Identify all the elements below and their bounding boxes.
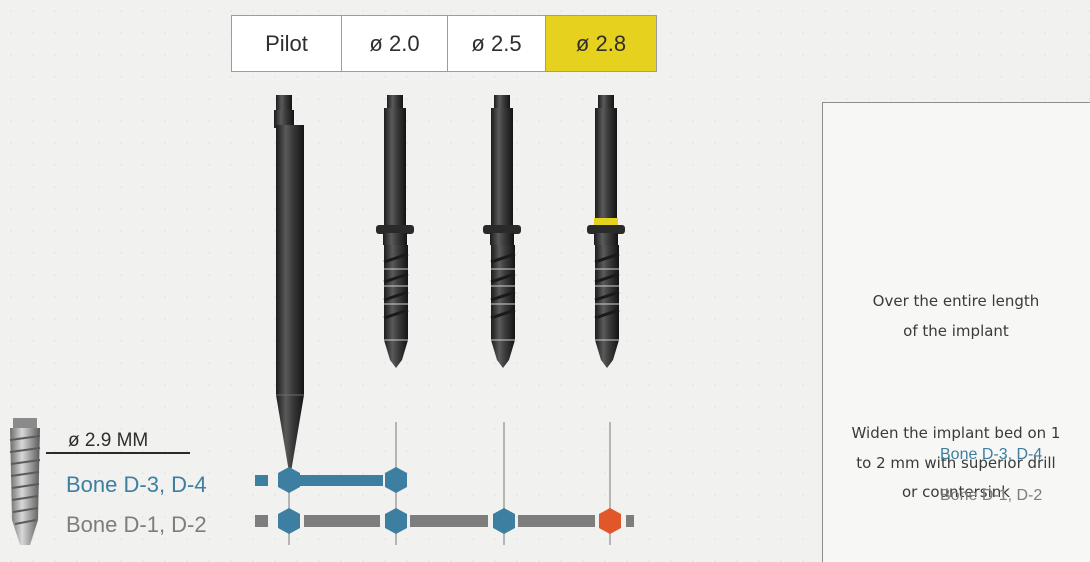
marker-d12-pilot bbox=[278, 508, 300, 534]
implant-diameter-label: ø 2.9 MM bbox=[68, 430, 149, 451]
marker-d12-2-0 bbox=[385, 508, 407, 534]
marker-d12-2-5 bbox=[493, 508, 515, 534]
legend-label-bone-d34: Bone D-3, D-4 bbox=[940, 446, 1043, 463]
bone-d12-bar bbox=[255, 515, 634, 527]
marker-d34-pilot bbox=[278, 467, 300, 493]
row-label-bone-d34: Bone D-3, D-4 bbox=[66, 472, 207, 497]
drill-2-0 bbox=[376, 95, 414, 368]
marker-d12-2-8 bbox=[599, 508, 621, 534]
implant-image bbox=[9, 418, 41, 545]
orange-marker-text-line-1: Widen the implant bed on 1 bbox=[851, 424, 1061, 442]
drill-2-8 bbox=[587, 95, 625, 368]
marker-d34-2-0 bbox=[385, 467, 407, 493]
drill-2-5 bbox=[483, 95, 521, 368]
row-label-bone-d12: Bone D-1, D-2 bbox=[66, 512, 207, 537]
pilot-drill bbox=[274, 95, 304, 478]
legend-label-bone-d12: Bone D-1, D-2 bbox=[940, 487, 1043, 504]
blue-marker-text-line-2: of the implant bbox=[903, 322, 1009, 340]
blue-marker-text-line-1: Over the entire length bbox=[872, 292, 1040, 310]
bone-d34-bar bbox=[255, 475, 383, 486]
